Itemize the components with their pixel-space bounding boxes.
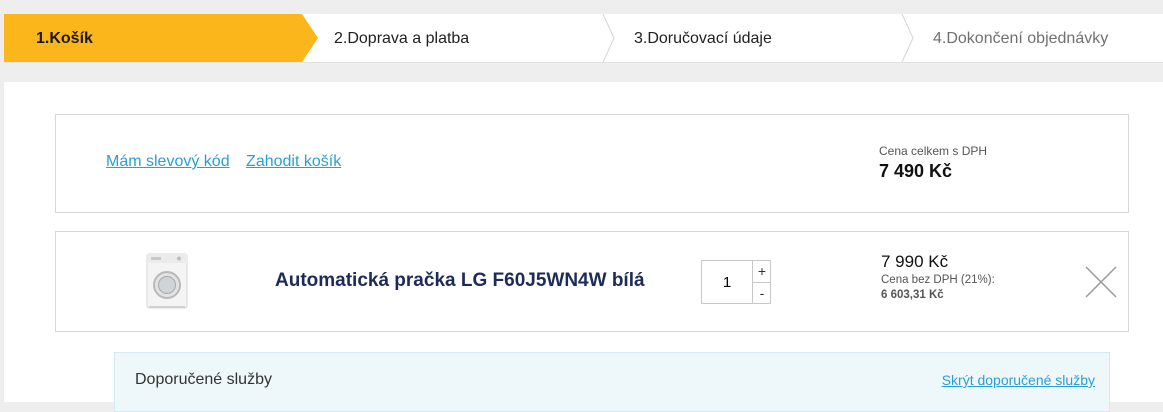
price-with-vat: 7 990 Kč [881,252,949,271]
cart-links: Mám slevový kód Zahodit košík [106,153,353,171]
quantity-stepper: + - [701,260,771,304]
total-value: 7 490 Kč [879,161,953,181]
services-title: Doporučené služby [135,371,272,388]
quantity-buttons: + - [752,261,771,303]
total-label: Cena celkem s DPH [879,144,988,158]
product-name-link[interactable]: Automatická pračka LG F60J5WN4W bílá [275,270,645,292]
step-delivery-details[interactable]: 3.Doručovací údaje [634,14,772,64]
cart-total: Cena celkem s DPH 7 490 Kč [879,144,987,182]
discount-code-link[interactable]: Mám slevový kód [106,153,230,170]
discard-cart-link[interactable]: Zahodit košík [246,153,341,170]
price-ex-vat-label: Cena bez DPH (21%): [881,274,995,286]
recommended-services: Doporučené služby Skrýt doporučené služb… [114,352,1110,412]
price-ex-vat-value: 6 603,31 Kč [881,289,944,301]
checkout-steps: 1.Košík 2.Doprava a platba 3.Doručovací … [4,14,1163,63]
quantity-decrease-button[interactable]: - [753,283,771,304]
step-cart[interactable]: 1.Košík [36,14,93,64]
cart-panel: Mám slevový kód Zahodit košík Cena celke… [4,82,1163,412]
cart-item: Automatická pračka LG F60J5WN4W bílá + -… [55,231,1129,332]
step-order-completion: 4.Dokončení objednávky [933,30,1109,47]
close-icon[interactable] [1084,265,1118,299]
step-shipping-payment[interactable]: 2.Doprava a platba [334,14,469,64]
item-price: 7 990 Kč Cena bez DPH (21%): 6 603,31 Kč [881,252,995,301]
step-separator-chevron-icon [602,14,615,62]
quantity-input[interactable] [702,261,752,303]
hide-services-link[interactable]: Skrýt doporučené služby [942,372,1095,388]
washing-machine-icon[interactable] [144,252,190,310]
step-separator-chevron-icon [901,14,914,62]
quantity-increase-button[interactable]: + [753,261,771,283]
cart-summary: Mám slevový kód Zahodit košík Cena celke… [55,114,1129,213]
